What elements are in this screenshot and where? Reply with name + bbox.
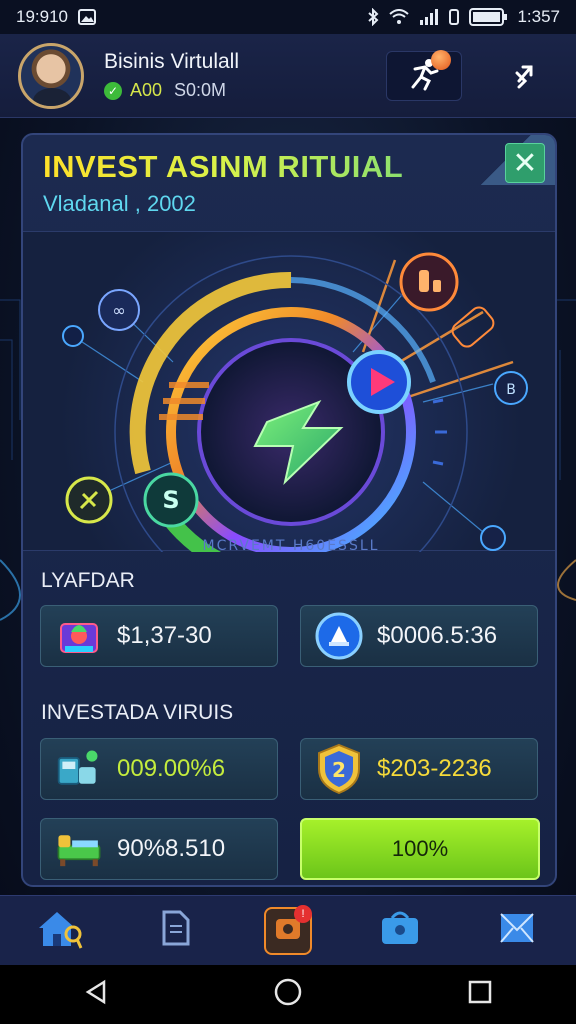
radial-gauge-art: ∞ S B MCRVEMT H60ESSLL [62, 252, 528, 609]
share-button[interactable] [488, 51, 564, 101]
art-caption: MCRVEMT H60ESSLL [203, 538, 380, 552]
bed-icon [55, 825, 103, 873]
panel-title: INVEST ASINM RITUIAL [43, 149, 404, 184]
investment-panel: ✕ INVEST ASINM RITUIAL Vladanal , 2002 ∞… [21, 133, 557, 887]
profile-header: Bisinis Virtulall ✓ A00 S0:0M [0, 34, 576, 118]
machine-icon [55, 745, 103, 793]
hero-illustration: ∞ S B MCRVEMT H60ESSLL [23, 231, 555, 609]
close-button[interactable]: ✕ [505, 143, 545, 183]
profile-level: A00 [130, 80, 163, 100]
profile-balance: S0:0M [174, 80, 227, 100]
home-icon [35, 906, 83, 955]
panel-subtitle: Vladanal , 2002 [43, 191, 196, 216]
reward-value-2: $0006.5:36 [377, 622, 498, 649]
gift-box-icon [55, 612, 103, 660]
svg-text:∞: ∞ [112, 301, 125, 320]
svg-text:S: S [162, 486, 179, 514]
shield-badge-icon: 2 [315, 743, 363, 795]
nav-shop[interactable] [370, 903, 430, 959]
bottom-navigation: ! [0, 895, 576, 965]
mail-icon [499, 912, 535, 949]
investment-value-3: 90%8.510 [117, 835, 226, 862]
system-navigation [0, 965, 576, 1024]
nav-documents[interactable] [146, 903, 206, 959]
nav-home[interactable] [29, 903, 89, 959]
nav-badge: ! [293, 904, 312, 923]
share-icon [511, 59, 541, 94]
profile-name: Bisinis Virtulall [104, 50, 239, 73]
section-label-1: LYAFDAR [41, 569, 135, 592]
reward-card-2[interactable]: $0006.5:36 [300, 605, 538, 667]
clock-left: 19:910 [16, 7, 68, 26]
document-icon [160, 908, 192, 953]
shield-badge-number: 2 [332, 758, 346, 782]
section-label-2: INVESTADA VIRUIS [41, 701, 234, 724]
investment-value-1: 009.00%6 [117, 755, 226, 782]
back-icon[interactable] [82, 978, 110, 1011]
avatar[interactable] [18, 42, 84, 109]
svg-text:B: B [506, 382, 516, 398]
profile-stats: ✓ A00 S0:0M [104, 80, 239, 101]
bluetooth-icon [367, 8, 379, 26]
battery-icon [469, 8, 508, 26]
investment-card-3[interactable]: 90%8.510 [40, 818, 278, 880]
sim-icon [449, 9, 460, 25]
status-bar: 19:910 1:357 [0, 0, 576, 34]
recents-icon[interactable] [466, 978, 494, 1011]
close-icon: ✕ [512, 146, 538, 180]
activity-button[interactable] [386, 50, 462, 101]
bag-icon [380, 910, 420, 951]
investment-card-2[interactable]: 2 $203-2236 [300, 738, 538, 800]
gallery-icon [78, 9, 96, 25]
check-icon: ✓ [104, 81, 122, 100]
trophy-icon [315, 612, 363, 660]
signal-icon [419, 9, 439, 25]
nav-wallet[interactable]: ! [263, 904, 312, 955]
home-circle-icon[interactable] [273, 977, 303, 1012]
reward-value-1: $1,37-30 [117, 622, 212, 649]
reward-card-1[interactable]: $1,37-30 [40, 605, 278, 667]
investment-value-2: $203-2236 [377, 755, 492, 782]
notification-dot [431, 50, 451, 70]
investment-card-1[interactable]: 009.00%6 [40, 738, 278, 800]
wifi-icon [389, 9, 410, 25]
clock-right: 1:357 [517, 7, 560, 26]
progress-button[interactable]: 100% [300, 818, 540, 880]
nav-mail[interactable] [487, 903, 547, 959]
